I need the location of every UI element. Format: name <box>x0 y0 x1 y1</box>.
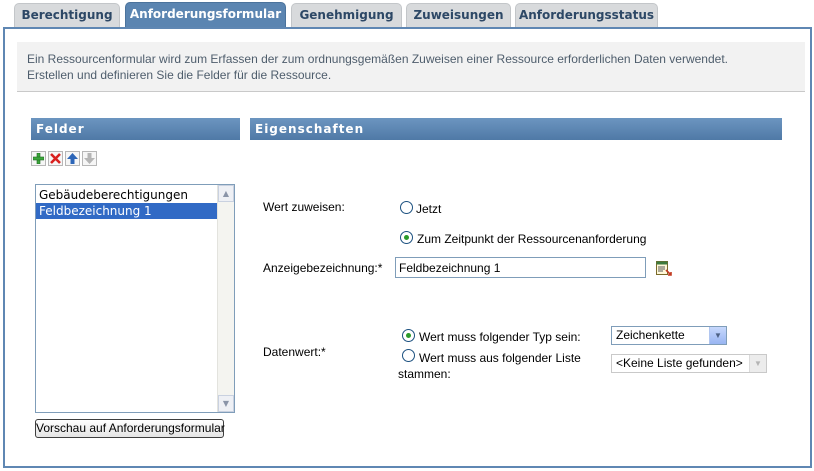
display-label-input[interactable] <box>395 257 646 278</box>
properties-header: Eigenschaften <box>250 118 782 140</box>
scroll-down-icon[interactable]: ▼ <box>218 395 234 412</box>
tab-berechtigung[interactable]: Berechtigung <box>14 3 120 27</box>
assign-now-label: Jetzt <box>416 202 442 216</box>
preview-button[interactable]: Vorschau auf Anforderungsformular <box>35 419 225 438</box>
fields-header: Felder <box>31 118 240 140</box>
description-line-2: Erstellen und definieren Sie die Felder … <box>27 68 332 82</box>
tab-bar: Berechtigung Anforderungsformular Genehm… <box>0 0 814 28</box>
scroll-up-icon[interactable]: ▲ <box>218 185 234 202</box>
list-select[interactable]: <Keine Liste gefunden> ▼ <box>611 354 767 373</box>
type-select-value: Zeichenkette <box>616 328 685 342</box>
add-icon[interactable] <box>31 151 46 166</box>
move-up-icon[interactable] <box>65 151 80 166</box>
description-line-1: Ein Ressourcenformular wird zum Erfassen… <box>27 52 728 66</box>
radio-assign-now[interactable] <box>400 201 413 214</box>
list-option-label-line1: Wert muss aus folgender Liste <box>419 351 581 365</box>
chevron-down-icon: ▼ <box>709 327 726 344</box>
move-down-icon[interactable] <box>82 151 97 166</box>
description-box: Ein Ressourcenformular wird zum Erfassen… <box>17 42 805 92</box>
list-item[interactable]: Gebäudeberechtigungen <box>36 187 234 203</box>
radio-type[interactable] <box>402 329 415 342</box>
list-item[interactable]: Feldbezeichnung 1 <box>36 203 217 219</box>
tab-genehmigung[interactable]: Genehmigung <box>291 3 402 27</box>
tab-anforderungsstatus[interactable]: Anforderungsstatus <box>515 3 658 27</box>
fields-list[interactable]: Gebäudeberechtigungen Feldbezeichnung 1 … <box>35 184 235 413</box>
display-label-label: Anzeigebezeichnung:* <box>263 261 383 275</box>
delete-icon[interactable] <box>48 151 63 166</box>
type-select[interactable]: Zeichenkette ▼ <box>611 326 727 345</box>
chevron-down-icon: ▼ <box>749 355 766 372</box>
assign-at-request-label: Zum Zeitpunkt der Ressourcenanforderung <box>417 232 647 246</box>
assign-value-label: Wert zuweisen: <box>263 200 345 214</box>
data-value-label: Datenwert:* <box>263 345 326 359</box>
list-select-value: <Keine Liste gefunden> <box>616 356 743 370</box>
type-option-label: Wert muss folgender Typ sein: <box>419 330 581 344</box>
tab-anforderungsformular[interactable]: Anforderungsformular <box>125 2 286 28</box>
list-scrollbar[interactable]: ▲ ▼ <box>217 185 234 412</box>
tab-zuweisungen[interactable]: Zuweisungen <box>406 3 511 27</box>
localize-icon[interactable] <box>656 261 672 276</box>
radio-list[interactable] <box>402 349 415 362</box>
list-option-label-line2: stammen: <box>398 367 451 381</box>
radio-assign-at-request[interactable] <box>400 231 413 244</box>
